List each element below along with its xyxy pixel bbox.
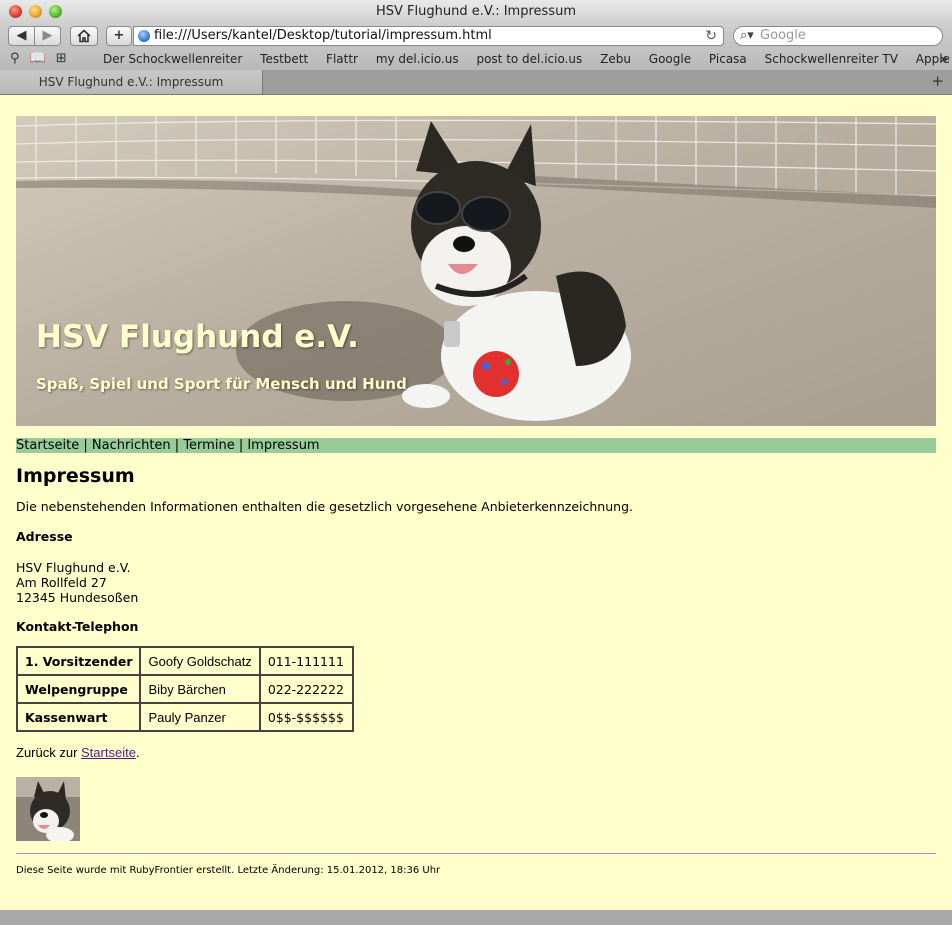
nav-separator: | bbox=[79, 438, 92, 453]
bookmark-item[interactable]: my del.icio.us bbox=[376, 52, 459, 66]
bookmark-item[interactable]: Google bbox=[649, 52, 691, 66]
contact-name: Goofy Goldschatz bbox=[140, 647, 260, 675]
site-subtitle: Spaß, Spiel und Sport für Mensch und Hun… bbox=[36, 375, 407, 393]
reading-glasses-icon[interactable]: ⚲ bbox=[10, 51, 30, 66]
bookmark-item[interactable]: Picasa bbox=[709, 52, 747, 66]
plus-icon: + bbox=[113, 28, 125, 43]
window-titlebar: HSV Flughund e.V.: Impressum bbox=[0, 0, 952, 24]
search-placeholder: Google bbox=[760, 28, 806, 43]
more-bookmarks-icon[interactable]: » bbox=[940, 48, 948, 70]
tab-label: HSV Flughund e.V.: Impressum bbox=[38, 75, 224, 89]
bookmark-item[interactable]: Testbett bbox=[260, 52, 308, 66]
back-suffix: . bbox=[135, 745, 140, 760]
contact-name: Pauly Panzer bbox=[140, 703, 260, 731]
address-line: HSV Flughund e.V. bbox=[16, 560, 131, 575]
bookmark-items: Der Schockwellenreiter Testbett Flattr m… bbox=[103, 48, 952, 70]
address-heading: Adresse bbox=[16, 529, 73, 544]
back-arrow-icon: ◀ bbox=[16, 28, 27, 43]
bookmark-item[interactable]: Der Schockwellenreiter bbox=[103, 52, 242, 66]
nav-separator: | bbox=[170, 438, 184, 453]
globe-icon bbox=[138, 30, 150, 42]
contact-role: 1. Vorsitzender bbox=[17, 647, 141, 675]
url-text: file:///Users/kantel/Desktop/tutorial/im… bbox=[154, 28, 492, 43]
contact-role: Welpengruppe bbox=[17, 675, 141, 703]
address-block: HSV Flughund e.V. Am Rollfeld 27 12345 H… bbox=[16, 560, 138, 605]
back-prefix: Zurück zur bbox=[16, 745, 82, 760]
add-bookmark-button[interactable]: + bbox=[106, 26, 132, 46]
new-tab-icon[interactable]: + bbox=[931, 72, 944, 90]
site-title: HSV Flughund e.V. bbox=[36, 319, 359, 355]
nav-link-startseite[interactable]: Startseite bbox=[16, 438, 79, 453]
main-content: Impressum Die nebenstehenden Information… bbox=[16, 465, 936, 841]
nav-link-termine[interactable]: Termine bbox=[183, 438, 234, 453]
contact-name: Biby Bärchen bbox=[140, 675, 260, 703]
home-button[interactable] bbox=[70, 26, 98, 46]
search-field[interactable]: ⌕▾ Google bbox=[733, 26, 943, 46]
close-window-button[interactable] bbox=[9, 5, 22, 18]
back-to-startseite-link[interactable]: Startseite bbox=[81, 745, 136, 760]
page-title: Impressum bbox=[16, 465, 135, 487]
search-icon: ⌕▾ bbox=[740, 28, 754, 43]
nav-link-nachrichten[interactable]: Nachrichten bbox=[92, 438, 171, 453]
contact-phone: 011-111111 bbox=[259, 647, 353, 675]
address-line: Am Rollfeld 27 bbox=[16, 575, 107, 590]
table-row: 1. Vorsitzender Goofy Goldschatz 011-111… bbox=[17, 647, 353, 675]
dog-thumbnail[interactable] bbox=[16, 777, 80, 841]
book-icon[interactable]: 📖 bbox=[30, 51, 56, 66]
table-row: Kassenwart Pauly Panzer 0$$-$$$$$$ bbox=[17, 703, 353, 731]
minimize-window-button[interactable] bbox=[29, 5, 42, 18]
forward-button[interactable]: ▶ bbox=[34, 26, 61, 46]
intro-text: Die nebenstehenden Informationen enthalt… bbox=[16, 499, 633, 514]
nav-separator: | bbox=[234, 438, 248, 453]
tab-bar: HSV Flughund e.V.: Impressum + bbox=[0, 70, 952, 95]
page-viewport: HSV Flughund e.V. Spaß, Spiel und Sport … bbox=[0, 95, 952, 910]
contact-role: Kassenwart bbox=[17, 703, 141, 731]
bookmark-item[interactable]: Zebu bbox=[600, 52, 631, 66]
zoom-window-button[interactable] bbox=[49, 5, 62, 18]
bookmark-item[interactable]: Flattr bbox=[326, 52, 358, 66]
back-button[interactable]: ◀ bbox=[8, 26, 35, 46]
nav-link-impressum[interactable]: Impressum bbox=[247, 438, 319, 453]
bookmark-tools: ⚲📖⊞ bbox=[10, 48, 77, 70]
contact-phone: 022-222222 bbox=[259, 675, 353, 703]
table-row: Welpengruppe Biby Bärchen 022-222222 bbox=[17, 675, 353, 703]
reload-icon[interactable]: ↻ bbox=[705, 27, 717, 45]
home-icon bbox=[77, 29, 91, 43]
contacts-table: 1. Vorsitzender Goofy Goldschatz 011-111… bbox=[16, 646, 354, 732]
header-banner: HSV Flughund e.V. Spaß, Spiel und Sport … bbox=[16, 116, 936, 426]
contact-heading: Kontakt-Telephon bbox=[16, 619, 139, 634]
forward-arrow-icon: ▶ bbox=[42, 28, 53, 43]
back-line: Zurück zur Startseite. bbox=[16, 745, 140, 760]
bookmark-item[interactable]: Schockwellenreiter TV bbox=[765, 52, 898, 66]
tab-impressum[interactable]: HSV Flughund e.V.: Impressum bbox=[0, 70, 263, 94]
footer-text: Diese Seite wurde mit RubyFrontier erste… bbox=[16, 865, 441, 876]
address-bar[interactable]: file:///Users/kantel/Desktop/tutorial/im… bbox=[133, 26, 724, 46]
top-sites-grid-icon[interactable]: ⊞ bbox=[56, 51, 77, 66]
main-navigation: Startseite | Nachrichten | Termine | Imp… bbox=[16, 438, 936, 453]
contact-phone: 0$$-$$$$$$ bbox=[259, 703, 353, 731]
browser-toolbar: ◀ ▶ + file:///Users/kantel/Desktop/tutor… bbox=[0, 24, 952, 48]
window-title: HSV Flughund e.V.: Impressum bbox=[376, 4, 576, 19]
footer-divider bbox=[16, 853, 936, 855]
bookmark-item[interactable]: post to del.icio.us bbox=[476, 52, 582, 66]
bookmarks-bar: ⚲📖⊞ Der Schockwellenreiter Testbett Flat… bbox=[0, 48, 952, 70]
address-line: 12345 Hundesoßen bbox=[16, 590, 139, 605]
